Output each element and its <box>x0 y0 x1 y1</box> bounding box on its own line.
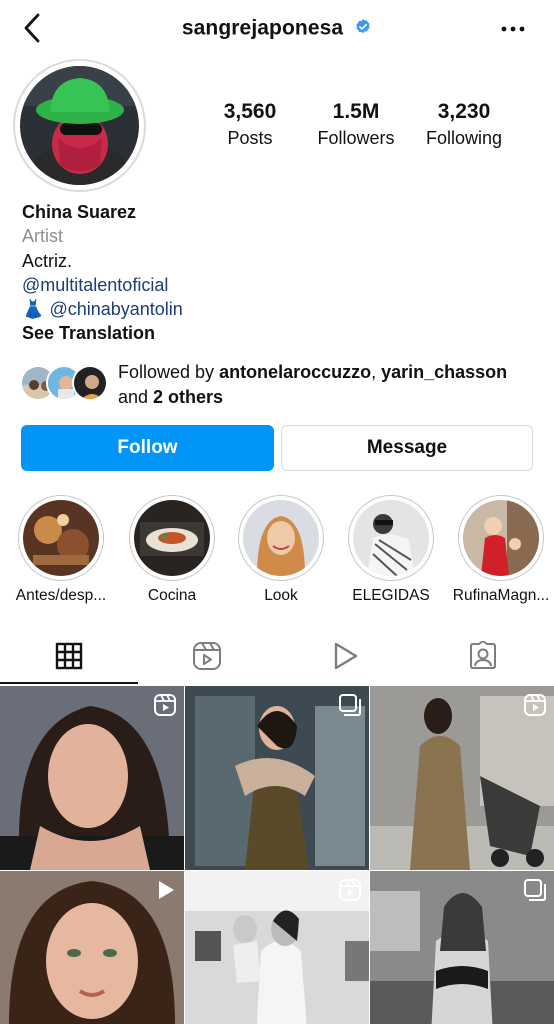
followers-stat[interactable]: 1.5M Followers <box>310 100 402 149</box>
highlight-ring <box>129 495 215 581</box>
bio-text: Actriz. <box>22 250 73 271</box>
tagged-icon <box>470 641 496 669</box>
highlight-cover <box>243 500 319 576</box>
category-label: Artist <box>22 226 64 247</box>
profile-avatar-ring[interactable] <box>13 59 146 192</box>
dress-emoji-icon: 👗 <box>22 299 45 320</box>
bio-mention-multitalento[interactable]: @multitalentoficial <box>22 273 542 297</box>
follow-button[interactable]: Follow <box>21 425 274 471</box>
tab-videos[interactable] <box>276 630 414 682</box>
mutual-others[interactable]: 2 others <box>153 387 223 407</box>
profile-content-tabs <box>0 630 554 684</box>
story-highlight[interactable]: ELEGIDAS <box>341 495 441 605</box>
tab-reels[interactable] <box>138 630 276 682</box>
posts-grid <box>0 686 554 1024</box>
followed-by-prefix: Followed by <box>118 362 220 382</box>
highlight-cover <box>23 500 99 576</box>
following-label: Following <box>425 128 503 148</box>
followed-by-separator: , <box>371 362 382 382</box>
highlight-ring <box>238 495 324 581</box>
highlight-label: Antes/desp... <box>15 587 107 604</box>
highlight-label: Look <box>264 587 298 604</box>
post-thumbnail[interactable] <box>370 686 554 870</box>
mutual-user-1[interactable]: antonelaroccuzzo <box>219 362 371 382</box>
top-bar: sangrejaponesa <box>0 0 554 58</box>
highlight-ring <box>348 495 434 581</box>
post-thumbnail[interactable] <box>0 871 184 1024</box>
mutual-user-2[interactable]: yarin_chasson <box>381 362 507 382</box>
highlight-label: Cocina <box>147 587 197 604</box>
following-count: 3,230 <box>437 100 491 123</box>
video-play-icon <box>334 642 358 670</box>
followed-by-and: and <box>118 386 154 407</box>
highlight-ring <box>458 495 544 581</box>
posts-stat[interactable]: 3,560 Posts <box>212 100 288 149</box>
multiple-posts-icon <box>524 879 546 901</box>
multiple-posts-icon <box>339 694 361 716</box>
verified-badge-icon <box>356 19 370 34</box>
followed-by-text: Followed by antonelaroccuzzo, yarin_chas… <box>118 360 548 409</box>
active-tab-indicator <box>0 682 138 684</box>
posts-label: Posts <box>227 128 273 148</box>
story-highlight[interactable]: RufinaMagn... <box>451 495 551 605</box>
post-thumbnail[interactable] <box>185 686 369 870</box>
more-dots-icon <box>501 26 525 32</box>
reels-icon <box>154 694 176 716</box>
story-highlight[interactable]: Look <box>231 495 331 605</box>
profile-username-header: sangrejaponesa <box>0 16 554 40</box>
post-thumbnail[interactable] <box>185 871 369 1024</box>
post-thumbnail[interactable] <box>370 871 554 1024</box>
username: sangrejaponesa <box>181 16 344 40</box>
reels-icon <box>339 879 361 901</box>
grid-icon <box>55 642 83 670</box>
post-thumbnail[interactable] <box>0 686 184 870</box>
followers-label: Followers <box>317 128 395 148</box>
highlight-label: ELEGIDAS <box>352 587 430 604</box>
profile-bio: China Suarez Artist Actriz. @multitalent… <box>22 200 542 346</box>
highlight-cover <box>134 500 210 576</box>
tab-tagged[interactable] <box>414 630 552 682</box>
posts-count: 3,560 <box>223 100 277 123</box>
reels-icon <box>193 642 221 670</box>
highlight-label: RufinaMagn... <box>452 587 550 604</box>
mutual-followers-avatars <box>20 365 110 401</box>
avatar <box>72 365 108 401</box>
more-options-button[interactable] <box>498 14 528 44</box>
message-button[interactable]: Message <box>281 425 533 471</box>
highlight-ring <box>18 495 104 581</box>
tab-posts-grid[interactable] <box>0 630 138 682</box>
reels-icon <box>524 694 546 716</box>
bio-mention-chinabyantolin[interactable]: @chinabyantolin <box>49 299 182 319</box>
followers-count: 1.5M <box>332 100 380 123</box>
following-stat[interactable]: 3,230 Following <box>418 100 510 149</box>
highlight-cover <box>353 500 429 576</box>
profile-avatar <box>20 66 139 185</box>
see-translation-link[interactable]: See Translation <box>22 321 542 345</box>
play-icon <box>159 881 174 899</box>
display-name: China Suarez <box>22 202 137 222</box>
highlight-cover <box>463 500 539 576</box>
story-highlight[interactable]: Cocina <box>122 495 222 605</box>
story-highlight[interactable]: Antes/desp... <box>11 495 111 605</box>
